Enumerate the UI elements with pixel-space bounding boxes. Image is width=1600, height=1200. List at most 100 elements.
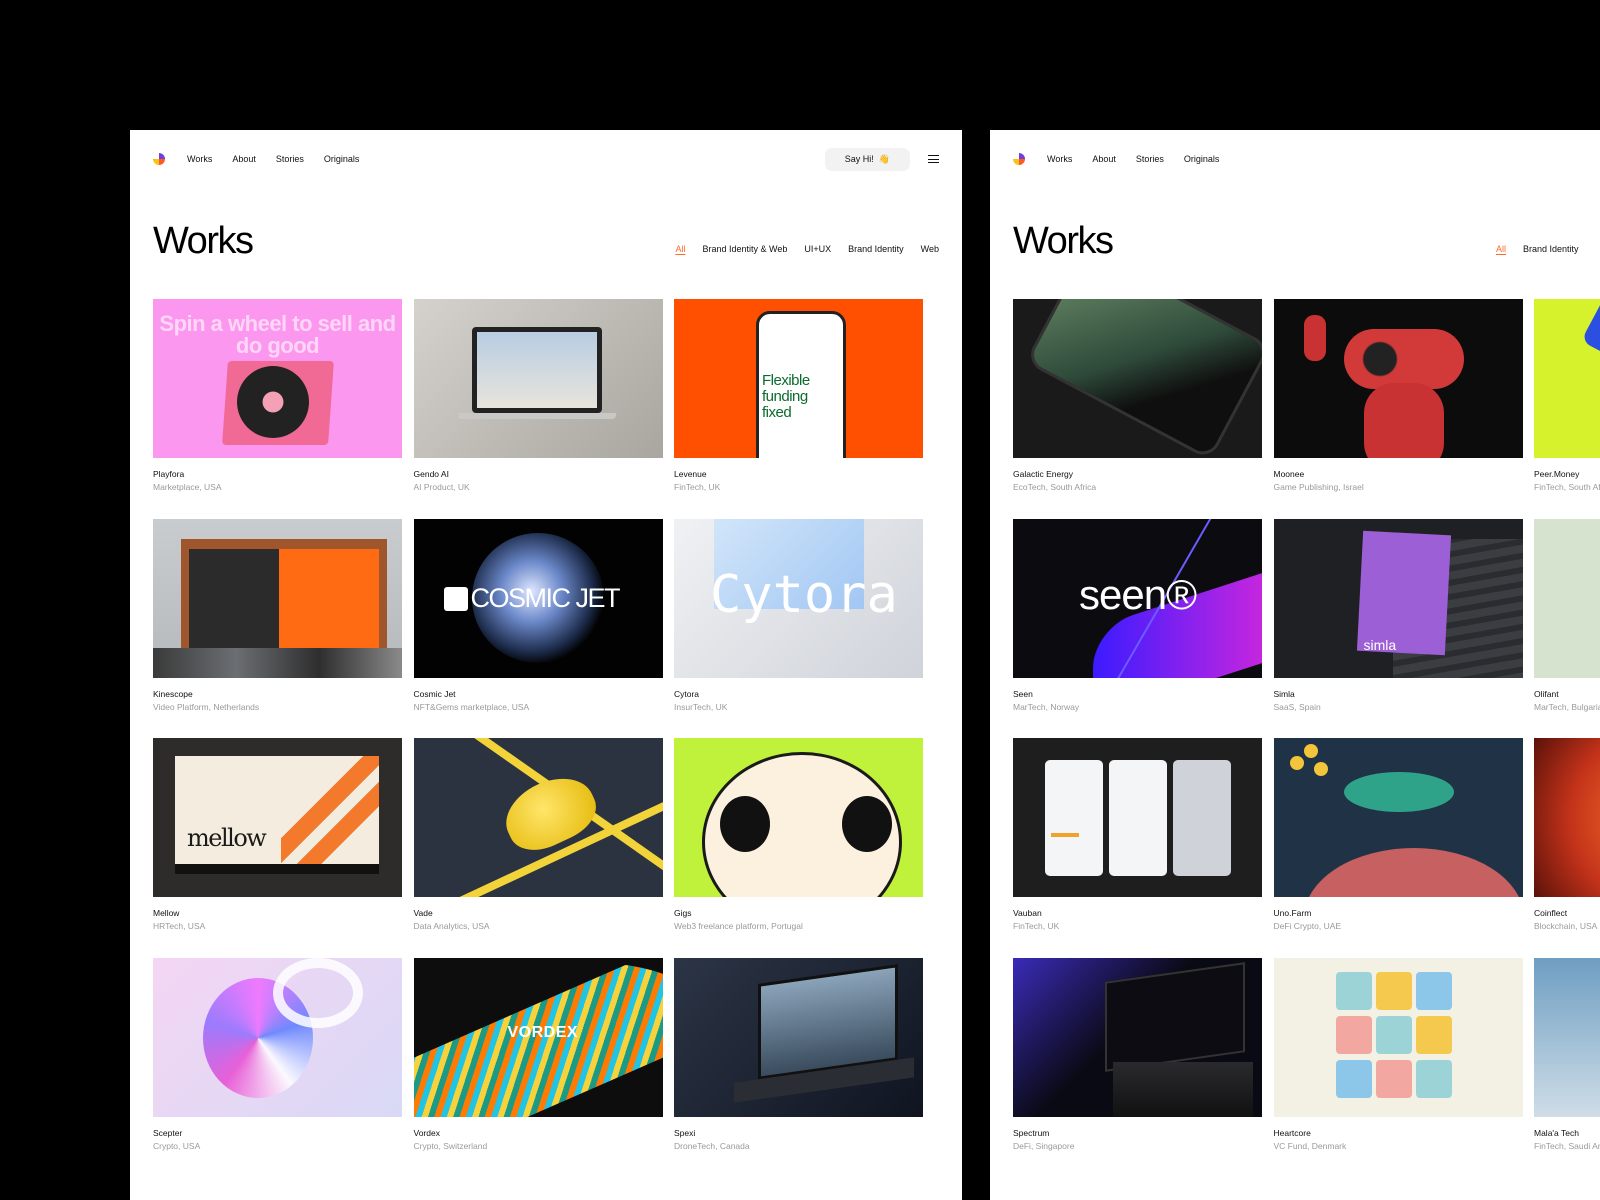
nav-link-works[interactable]: Works (1047, 154, 1072, 164)
work-name[interactable]: Vauban (1013, 908, 1262, 918)
nav-link-stories[interactable]: Stories (276, 154, 304, 164)
work-thumbnail[interactable] (674, 738, 923, 897)
work-thumbnail[interactable] (413, 738, 663, 897)
work-card-galactic-energy[interactable]: Galactic Energy EcoTech, South Africa (1013, 299, 1262, 519)
work-name[interactable]: Spectrum (1013, 1128, 1262, 1138)
planet-illustration (1303, 848, 1523, 897)
work-card-playfora[interactable]: Spin a wheel to sell and do good Playfor… (153, 299, 402, 519)
work-name[interactable]: Gendo AI (414, 469, 663, 479)
nav-link-stories[interactable]: Stories (1136, 154, 1164, 164)
filter-brand-identity-web[interactable]: Brand Identity & Web (702, 244, 787, 254)
work-category: InsurTech, UK (674, 701, 728, 712)
work-card-malaa-tech[interactable]: Mala'a Tech FinTech, Saudi Arabia (1534, 957, 1600, 1178)
work-card-cosmic-jet[interactable]: COSMIC JET Cosmic Jet NFT&Gems marketpla… (413, 518, 663, 739)
work-name[interactable]: Coinflect (1534, 908, 1600, 918)
work-thumbnail[interactable]: simla (1273, 518, 1523, 678)
work-name[interactable]: Olifant (1534, 689, 1600, 699)
work-thumbnail[interactable] (1534, 957, 1600, 1117)
work-name[interactable]: Playfora (153, 469, 402, 479)
work-name[interactable]: Cosmic Jet (414, 689, 663, 699)
work-thumbnail[interactable] (153, 518, 402, 678)
work-card-spectrum[interactable]: Spectrum DeFi, Singapore (1013, 957, 1262, 1178)
work-name[interactable]: Gigs (674, 908, 923, 918)
logo-icon[interactable] (153, 153, 165, 165)
work-thumbnail[interactable] (1534, 299, 1600, 458)
work-thumbnail[interactable] (1273, 738, 1523, 897)
work-thumbnail[interactable]: seen® (1013, 518, 1262, 678)
work-thumbnail[interactable]: Spin a wheel to sell and do good (153, 299, 402, 458)
nav-link-originals[interactable]: Originals (324, 154, 360, 164)
work-thumbnail[interactable] (1534, 518, 1600, 678)
work-name[interactable]: Heartcore (1274, 1128, 1523, 1138)
work-card-moonee[interactable]: Moonee Game Publishing, Israel (1273, 299, 1523, 519)
work-card-olifant[interactable]: Olifant MarTech, Bulgaria (1534, 518, 1600, 739)
work-thumbnail[interactable] (1013, 738, 1262, 897)
work-card-spexi[interactable]: Spexi DroneTech, Canada (674, 957, 923, 1178)
work-card-kinescope[interactable]: Kinescope Video Platform, Netherlands (153, 518, 402, 739)
work-thumbnail[interactable]: VORDEX (413, 957, 663, 1117)
say-hi-button[interactable]: Say Hi! 👋 (824, 147, 910, 171)
work-name[interactable]: Simla (1274, 689, 1523, 699)
work-card-coinflect[interactable]: Coinflect Blockchain, USA (1534, 738, 1600, 958)
robot-head-image (1343, 329, 1464, 389)
work-thumbnail[interactable] (1013, 299, 1262, 458)
work-card-mellow[interactable]: mellow Mellow HRTech, USA (153, 738, 402, 958)
filter-all[interactable]: All (1496, 244, 1506, 254)
filter-ui-ux[interactable]: UI+UX (804, 244, 831, 254)
work-thumbnail[interactable]: mellow (153, 738, 402, 897)
hamburger-menu-icon[interactable] (928, 155, 939, 163)
letter-tile (1335, 971, 1372, 1010)
filter-brand-identity[interactable]: Brand Identity (848, 244, 904, 254)
work-name[interactable]: Peer.Money (1534, 469, 1600, 479)
work-name[interactable]: Vade (414, 908, 663, 918)
work-card-cytora[interactable]: Cytora Cytora InsurTech, UK (674, 518, 923, 739)
work-card-seen[interactable]: seen® Seen MarTech, Norway (1013, 518, 1262, 739)
work-name[interactable]: Vordex (414, 1128, 663, 1138)
letter-tile (1335, 1015, 1372, 1054)
page-title: Works (153, 220, 254, 262)
work-card-levenue[interactable]: Flexible funding fixed Levenue FinTech, … (674, 299, 923, 519)
filter-brand-identity[interactable]: Brand Identity (1523, 244, 1579, 254)
nav-link-about[interactable]: About (1092, 154, 1116, 164)
work-thumbnail[interactable] (1013, 957, 1262, 1117)
work-card-peer-money[interactable]: Peer.Money FinTech, South Africa (1534, 299, 1600, 519)
work-card-vauban[interactable]: Vauban FinTech, UK (1013, 738, 1262, 958)
work-thumbnail[interactable]: COSMIC JET (413, 518, 663, 678)
work-name[interactable]: Seen (1013, 689, 1262, 699)
filter-all[interactable]: All (675, 244, 685, 254)
work-thumbnail[interactable] (1273, 957, 1523, 1117)
logo-icon[interactable] (1013, 153, 1025, 165)
work-thumbnail[interactable] (153, 957, 402, 1117)
work-name[interactable]: Mellow (153, 908, 402, 918)
work-thumbnail[interactable] (1534, 738, 1600, 897)
work-card-simla[interactable]: simla Simla SaaS, Spain (1273, 518, 1523, 739)
work-card-gendo-ai[interactable]: Gendo AI AI Product, UK (413, 299, 663, 519)
filter-web[interactable]: Web (921, 244, 939, 254)
work-card-vordex[interactable]: VORDEX Vordex Crypto, Switzerland (413, 957, 663, 1178)
work-card-vade[interactable]: Vade Data Analytics, USA (413, 738, 663, 958)
work-thumbnail[interactable]: Cytora (674, 518, 923, 678)
work-thumbnail[interactable] (413, 299, 663, 458)
work-card-gigs[interactable]: Gigs Web3 freelance platform, Portugal (674, 738, 923, 958)
nav-link-originals[interactable]: Originals (1184, 154, 1220, 164)
work-name[interactable]: Levenue (674, 469, 923, 479)
work-category: DroneTech, Canada (674, 1140, 750, 1151)
work-name[interactable]: Moonee (1274, 469, 1523, 479)
work-thumbnail[interactable] (674, 957, 923, 1117)
work-name[interactable]: Spexi (674, 1128, 923, 1138)
nav-link-works[interactable]: Works (187, 154, 212, 164)
work-name[interactable]: Kinescope (153, 689, 402, 699)
work-thumbnail[interactable] (1273, 299, 1523, 458)
nav-link-about[interactable]: About (232, 154, 256, 164)
work-card-uno-farm[interactable]: Uno.Farm DeFi Crypto, UAE (1273, 738, 1523, 958)
works-page-right: Works About Stories Originals Works All … (990, 130, 1600, 1200)
work-name[interactable]: Cytora (674, 689, 923, 699)
work-name[interactable]: Scepter (153, 1128, 402, 1138)
work-thumbnail[interactable]: Flexible funding fixed (674, 299, 923, 458)
work-card-heartcore[interactable]: Heartcore VC Fund, Denmark (1273, 957, 1523, 1178)
work-name[interactable]: Uno.Farm (1274, 908, 1523, 918)
work-card-scepter[interactable]: Scepter Crypto, USA (153, 957, 402, 1178)
work-name[interactable]: Mala'a Tech (1534, 1128, 1600, 1138)
progress-bar-image (1051, 833, 1079, 837)
work-name[interactable]: Galactic Energy (1013, 469, 1262, 479)
